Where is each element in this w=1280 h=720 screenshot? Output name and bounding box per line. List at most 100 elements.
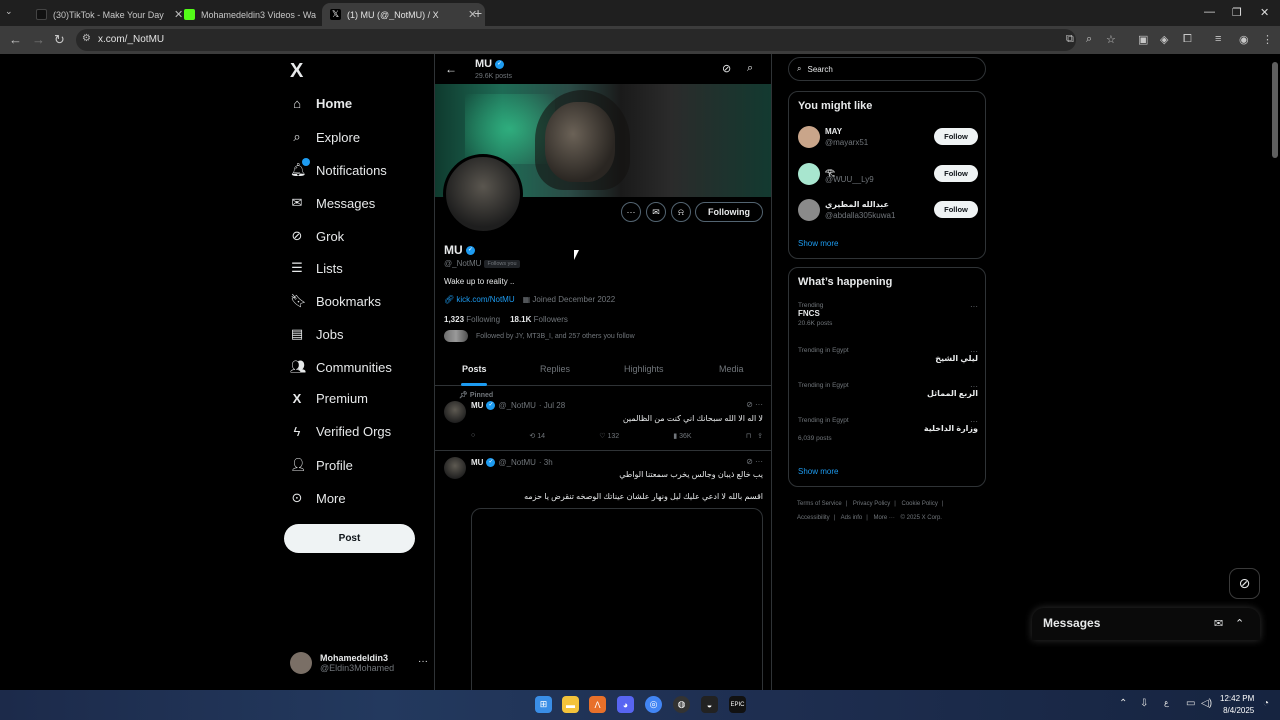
extension-icon[interactable]: ◈ [1160, 33, 1168, 46]
tweet-grok-more[interactable]: ⊘ ··· [746, 457, 763, 466]
nav-explore[interactable]: ⌕ Explore [290, 129, 360, 145]
browser-tab-kick[interactable]: Mohamedeldin3 Videos - Wat ✕ [176, 3, 339, 26]
footer-link[interactable]: Ads info [841, 515, 863, 521]
footer-link[interactable]: Accessibility [797, 515, 830, 521]
minimize-button[interactable]: — [1204, 6, 1215, 18]
profile-avatar[interactable] [443, 154, 523, 234]
following-button[interactable]: Following [695, 202, 763, 222]
more-icon[interactable]: ··· [970, 417, 978, 426]
more-icon[interactable]: ··· [621, 202, 641, 222]
chrome-icon[interactable]: ◎ [645, 696, 662, 713]
nav-notifications[interactable]: 🔔︎ Notifications [290, 158, 387, 178]
taskbar-clock[interactable]: 12:42 PM 8/4/2025 [1220, 693, 1254, 717]
nav-home[interactable]: ⌂ Home [290, 96, 352, 111]
followers-stat[interactable]: 18.1K Followers [510, 315, 568, 324]
trend-item[interactable]: Trending in Egypt ليلي الشيخ ··· [798, 347, 978, 363]
nav-lists[interactable]: ☰ Lists [290, 260, 343, 276]
tweet-media[interactable] [471, 508, 763, 690]
notification-center-icon[interactable]: ◔ [1263, 698, 1269, 709]
views-button[interactable]: ▮ 36K [673, 432, 691, 440]
reply-icon[interactable]: ○ [471, 432, 475, 440]
avatar[interactable] [444, 401, 466, 423]
install-app-icon[interactable]: ⧉ [1066, 33, 1074, 46]
network-icon[interactable]: ▭ [1186, 698, 1195, 709]
zoom-icon[interactable]: ⌕ [1086, 33, 1092, 46]
nav-communities[interactable]: 👥︎ Communities [290, 359, 392, 375]
tab-search-icon[interactable]: ⌄ [5, 6, 13, 17]
new-message-icon[interactable]: ✉ [1214, 617, 1223, 630]
url-input[interactable]: ⚙ x.com/_NotMU [76, 29, 1076, 51]
bookmark-star-icon[interactable]: ☆ [1106, 33, 1116, 46]
suggested-user[interactable]: عبدالله المطيري @abdalla305kuwa1 Follow [798, 199, 978, 223]
profile-link[interactable]: 🔗︎ kick.com/NotMU [444, 295, 515, 304]
notify-bell-icon[interactable]: ⍾ [671, 202, 691, 222]
back-arrow-icon[interactable]: ← [9, 32, 22, 47]
volume-icon[interactable]: ◁) [1201, 698, 1212, 709]
more-icon[interactable]: ··· [970, 347, 978, 356]
more-icon[interactable]: ··· [970, 382, 978, 391]
back-arrow-icon[interactable]: ← [445, 62, 457, 76]
nav-grok[interactable]: ⊘ Grok [290, 228, 345, 244]
following-stat[interactable]: 1,323 Following [444, 315, 500, 324]
extensions-puzzle-icon[interactable]: ⧠ [1183, 33, 1192, 46]
tweet[interactable]: 📌︎ Pinned MU ✓ @_NotMU · Jul 28 ⊘ ··· لا… [435, 387, 771, 451]
tab-posts[interactable]: Posts [462, 364, 487, 374]
maximize-button[interactable]: ❐ [1232, 6, 1242, 19]
nav-profile[interactable]: 👤︎ Profile [290, 457, 353, 473]
tab-replies[interactable]: Replies [540, 364, 570, 374]
followed-by[interactable]: Followed by JY, MT3B_I, and 257 others y… [444, 330, 635, 342]
expand-up-icon[interactable]: ⌃ [1235, 617, 1244, 630]
tab-highlights[interactable]: Highlights [624, 364, 664, 374]
browser-menu-icon[interactable]: ⋮ [1262, 33, 1273, 46]
search-icon[interactable]: ⌕ [747, 62, 753, 75]
message-icon[interactable]: ✉ [646, 202, 666, 222]
nav-jobs[interactable]: ▤ Jobs [290, 326, 344, 342]
search-input[interactable]: ⌕ Search [788, 57, 986, 81]
tweet[interactable]: MU ✓ @_NotMU · 3h ⊘ ··· يب خالع ذيبان وج… [435, 452, 771, 690]
x-logo-icon[interactable]: X [290, 60, 303, 83]
tweet-grok-more[interactable]: ⊘ ··· [746, 400, 763, 409]
nav-verified-orgs[interactable]: ϟ Verified Orgs [290, 424, 392, 439]
steam-icon[interactable]: ◒ [701, 696, 718, 713]
account-switcher[interactable]: Mohamedeldin3 @Eldin3Mohamed ··· [290, 652, 428, 674]
avatar[interactable] [444, 457, 466, 479]
retweet-button[interactable]: ⟲ 14 [529, 432, 545, 440]
extension-icon[interactable]: ▣ [1138, 33, 1148, 46]
footer-link[interactable]: Cookie Policy [902, 501, 938, 507]
bookmark-share[interactable]: ⊓ ⇪ [746, 432, 763, 440]
windows-start-icon[interactable]: ⊞ [535, 696, 552, 713]
page-scrollbar[interactable] [1270, 54, 1280, 690]
more-icon[interactable]: ··· [418, 656, 428, 667]
suggested-user[interactable]: MAY @mayarx51 Follow [798, 126, 978, 150]
discord-icon[interactable]: ◕ [617, 696, 634, 713]
media-control-icon[interactable]: ≡ [1215, 33, 1221, 45]
like-button[interactable]: ♡ 132 [599, 432, 619, 440]
follow-button[interactable]: Follow [934, 128, 978, 145]
tab-media[interactable]: Media [719, 364, 744, 374]
usb-icon[interactable]: ⇩ [1140, 698, 1148, 709]
post-button[interactable]: Post [284, 524, 415, 553]
show-more-link[interactable]: Show more [798, 239, 838, 248]
nav-premium[interactable]: X Premium [290, 391, 368, 406]
messages-drawer[interactable]: Messages ✉ ⌃ [1032, 608, 1260, 640]
reload-icon[interactable]: ↻ [54, 32, 65, 48]
forward-arrow-icon[interactable]: → [32, 32, 45, 47]
footer-link[interactable]: Terms of Service [797, 501, 842, 507]
nav-bookmarks[interactable]: 🔖︎ Bookmarks [290, 293, 381, 309]
scrollbar-thumb[interactable] [1272, 62, 1278, 158]
close-window-button[interactable]: ✕ [1260, 6, 1269, 19]
language-indicator[interactable]: ع [1164, 698, 1169, 707]
app-icon[interactable]: Λ [589, 696, 606, 713]
new-tab-button[interactable]: + [474, 5, 482, 21]
trend-item[interactable]: Trending in Egypt وزارة الداخلية 6,039 p… [798, 417, 978, 442]
epic-games-icon[interactable]: EPIC [729, 696, 746, 713]
trend-item[interactable]: Trending in Egypt الربع المماثل ··· [798, 382, 978, 398]
follow-button[interactable]: Follow [934, 165, 978, 182]
grok-analyze-icon[interactable]: ⊘ [722, 62, 731, 75]
footer-link[interactable]: Privacy Policy [853, 501, 890, 507]
browser-tab-x[interactable]: 𝕏 (1) MU (@_NotMU) / X ✕ [322, 3, 486, 26]
nav-messages[interactable]: ✉ Messages [290, 195, 376, 211]
follow-button[interactable]: Follow [934, 201, 978, 218]
file-explorer-icon[interactable]: ▬ [562, 696, 579, 713]
grok-floating-button[interactable]: ⊘ [1229, 568, 1260, 599]
